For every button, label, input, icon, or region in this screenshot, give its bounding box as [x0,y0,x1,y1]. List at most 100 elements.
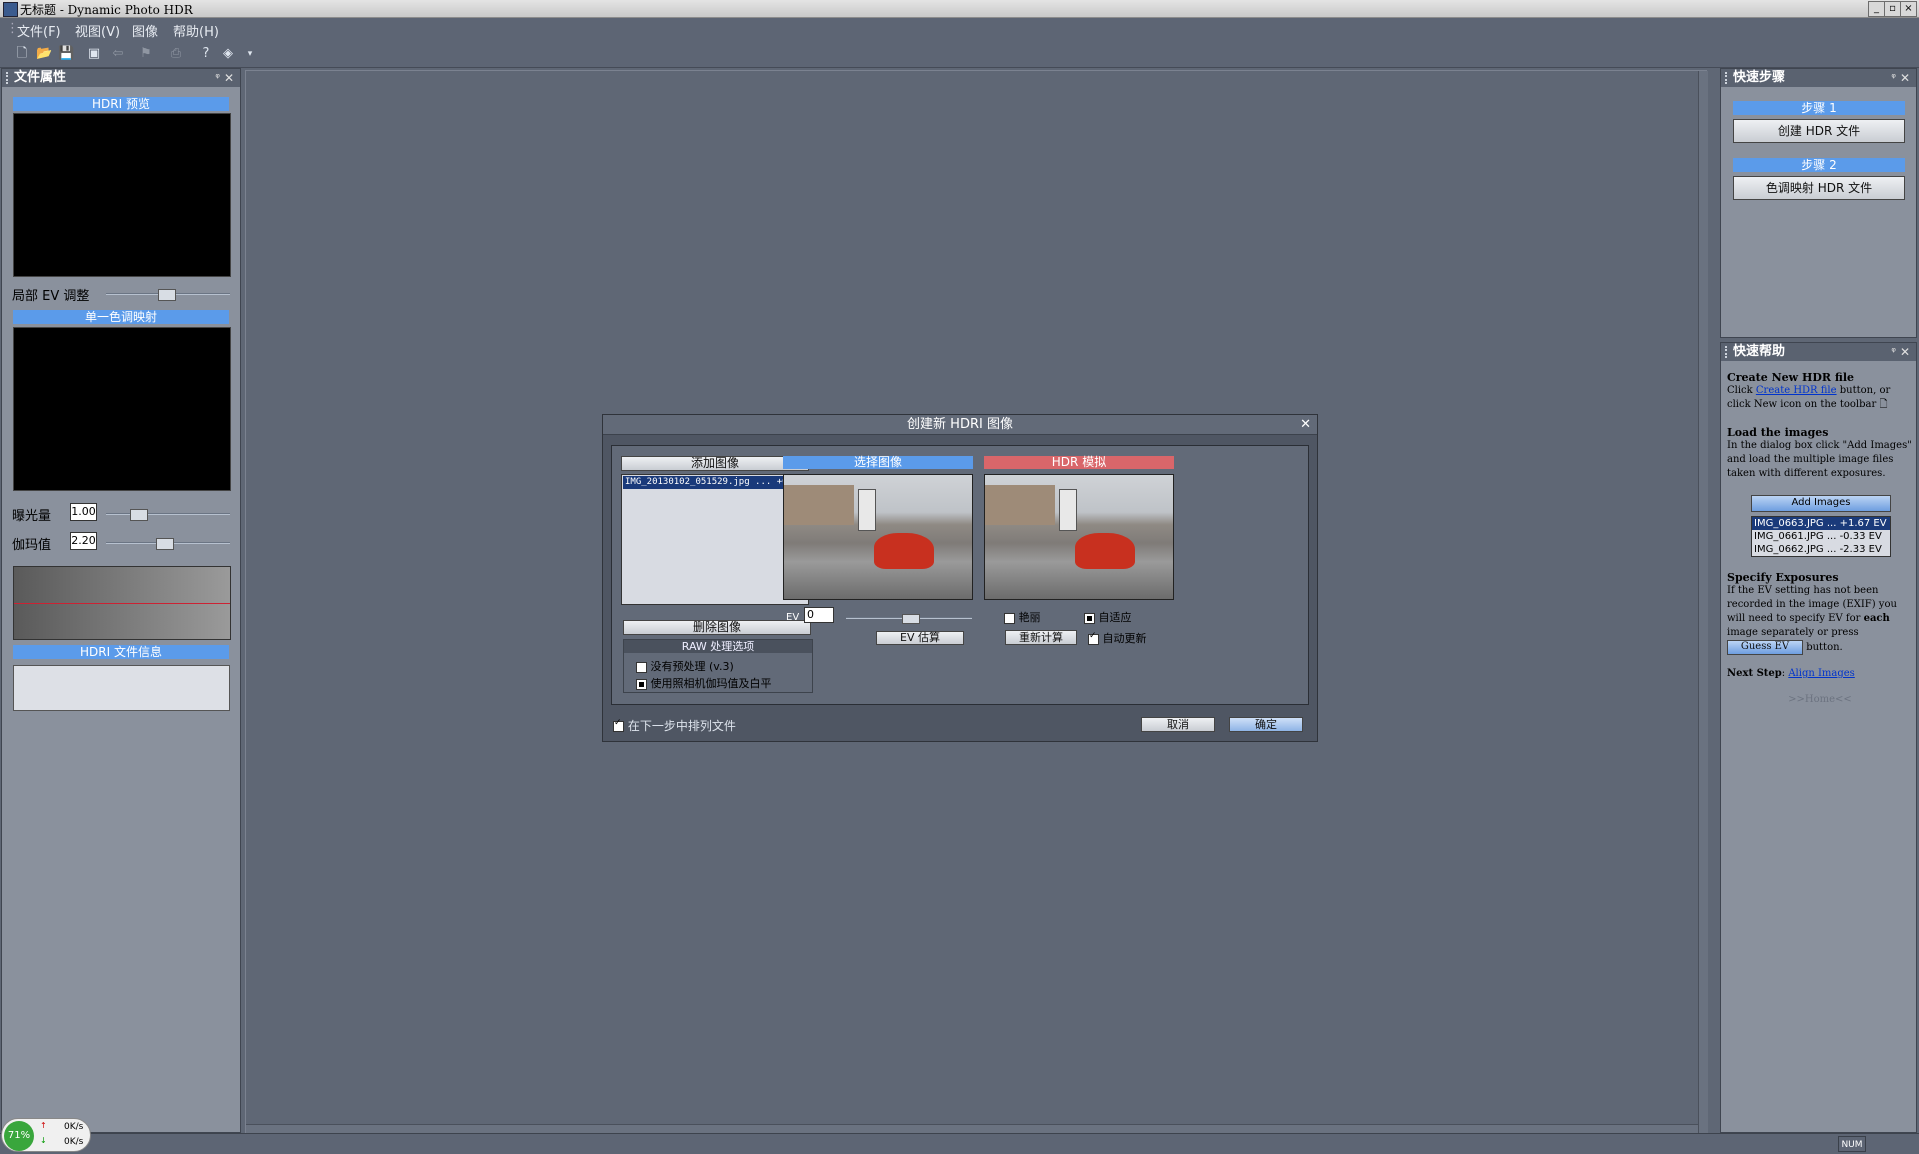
help-heading-create: Create New HDR file [1727,371,1855,384]
help-text-create: Click Create HDR file button, or click N… [1727,384,1913,412]
slider-thumb[interactable] [158,289,176,301]
select-image-header: 选择图像 [783,456,973,469]
example-image-list: IMG_0663.JPG ... +1.67 EV IMG_0661.JPG .… [1751,516,1891,557]
raw-option-none-label: 没有预处理 (v.3) [650,660,734,673]
minimize-button[interactable]: _ [1868,1,1885,17]
car-shape [1075,533,1135,569]
ev-label: EV [786,612,800,623]
auto-update-option[interactable]: 自动更新 [1088,630,1147,646]
ev-input[interactable]: 0 [804,607,834,623]
exposure-slider[interactable] [106,509,230,521]
panel-grip[interactable] [1725,72,1730,84]
raw-options-group: RAW 处理选项 没有预处理 (v.3) 使用照相机伽玛值及白平 [623,639,813,693]
quick-help-panel: 快速帮助 ᵠ ✕ Create New HDR file Click Creat… [1720,342,1917,1133]
toolbar-overflow-icon[interactable]: ▾ [242,46,258,62]
add-images-button[interactable]: Add Images [1751,495,1891,512]
home-link[interactable]: >>Home<< [1727,693,1913,707]
quick-steps-panel: 快速步骤 ᵠ ✕ 步骤 1 创建 HDR 文件 步骤 2 色调映射 HDR 文件 [1720,68,1917,338]
tonemap-hdr-button[interactable]: 色调映射 HDR 文件 [1733,176,1905,200]
vivid-option[interactable]: 艳丽 [1004,609,1041,625]
panel-grip[interactable] [6,72,11,84]
dialog-close-icon[interactable]: ✕ [1300,417,1311,432]
next-step-line: Next Step: Align Images [1727,668,1855,679]
exposure-value[interactable]: 1.00 [70,503,97,521]
menu-view[interactable]: 视图(V) [75,21,120,40]
cancel-button[interactable]: 取消 [1141,717,1215,732]
vivid-label: 艳丽 [1018,611,1041,624]
slider-thumb[interactable] [156,538,174,550]
menu-help[interactable]: 帮助(H) [173,21,219,40]
menu-bar: ⋮ 文件(F) 视图(V) 图像 帮助(H) [0,18,1919,40]
ev-estimate-button[interactable]: EV 估算 [876,631,964,645]
eye-icon[interactable]: ◈ [220,46,236,62]
new-file-icon[interactable]: 🗋 [14,46,30,62]
sort-next-checkbox[interactable] [613,718,624,732]
help-heading-exposures: Specify Exposures [1727,571,1839,584]
list-item: IMG_0662.JPG ... -2.33 EV [1754,544,1882,555]
title-bar: 无标题 - Dynamic Photo HDR _ ▫ × [0,0,1919,18]
adaptive-option[interactable]: 自适应 [1084,609,1132,625]
panel-title-text: 文件属性 [14,70,67,85]
list-item[interactable]: IMG_20130102_051529.jpg ... +0. [623,476,807,489]
menu-file[interactable]: 文件(F) [17,21,61,40]
guess-ev-button[interactable]: Guess EV [1727,640,1803,655]
help-text: image separately or press [1727,627,1859,638]
auto-update-checkbox[interactable] [1088,631,1099,645]
menu-image[interactable]: 图像 [132,21,158,40]
open-folder-icon[interactable]: 📂 [36,46,52,62]
create-hdr-link[interactable]: Create HDR file [1756,385,1837,396]
help-text-bold: each [1863,613,1890,624]
close-icon[interactable]: ✕ [1900,69,1910,87]
pin-icon[interactable]: ᵠ [1891,343,1896,361]
ev-slider[interactable] [846,614,972,624]
slider-thumb[interactable] [902,614,920,624]
raw-option-none[interactable]: 没有预处理 (v.3) [636,658,734,674]
pin-icon[interactable]: ᵠ [1891,69,1896,87]
sort-next-label: 在下一步中排列文件 [627,719,736,733]
help-text: Click [1727,385,1756,396]
local-ev-slider[interactable] [106,289,230,301]
align-images-link[interactable]: Align Images [1788,668,1854,679]
new-file-icon: 🗋 [1879,399,1888,410]
create-hdr-button[interactable]: 创建 HDR 文件 [1733,119,1905,143]
building-shape [784,485,854,525]
close-icon[interactable]: ✕ [224,69,234,87]
network-speed-widget[interactable]: 71% ↑ 0K/s ↓ 0K/s [1,1118,91,1152]
delete-image-button[interactable]: 删除图像 [623,620,811,635]
save-icon[interactable]: 💾 [58,46,74,62]
app-icon [3,2,18,17]
raw-option-camera-radio[interactable] [636,678,647,690]
sort-next-option[interactable]: 在下一步中排列文件 [613,717,736,734]
add-image-button[interactable]: 添加图像 [621,456,809,471]
vivid-checkbox[interactable] [1004,612,1015,624]
recalculate-button[interactable]: 重新计算 [1005,630,1077,645]
back-icon[interactable]: ⇦ [110,46,126,62]
help-text-load: In the dialog box click "Add Images" and… [1727,440,1912,479]
help-icon[interactable]: ? [198,46,214,62]
slider-thumb[interactable] [130,509,148,521]
create-hdr-icon[interactable]: ▣ [86,46,102,62]
gamma-slider[interactable] [106,538,230,550]
adaptive-radio[interactable] [1084,612,1095,624]
panel-grip[interactable] [1725,346,1730,358]
image-list[interactable]: IMG_20130102_051529.jpg ... +0. [621,474,809,605]
hdri-preview-header: HDRI 预览 [13,97,229,111]
step1-header: 步骤 1 [1733,101,1905,115]
dialog-body: 添加图像 IMG_20130102_051529.jpg ... +0. 删除图… [611,445,1309,705]
close-icon[interactable]: ✕ [1900,343,1910,361]
raw-option-camera[interactable]: 使用照相机伽玛值及白平 [636,675,811,691]
print-icon[interactable]: ⎙ [168,46,184,62]
flag-icon[interactable]: ⚑ [138,46,154,62]
gamma-value[interactable]: 2.20 [70,532,97,550]
restore-button[interactable]: ▫ [1884,1,1901,17]
vertical-scrollbar[interactable] [1698,71,1708,1134]
local-ev-label: 局部 EV 调整 [12,289,90,304]
raw-option-none-checkbox[interactable] [636,661,647,673]
close-window-button[interactable]: × [1900,1,1917,17]
hdr-simulation-preview [984,474,1174,600]
num-lock-indicator: NUM [1838,1136,1866,1152]
pin-icon[interactable]: ᵠ [215,69,220,87]
list-item: IMG_0663.JPG ... +1.67 EV [1752,517,1890,530]
ok-button[interactable]: 确定 [1229,717,1303,732]
file-info-box [13,665,230,711]
